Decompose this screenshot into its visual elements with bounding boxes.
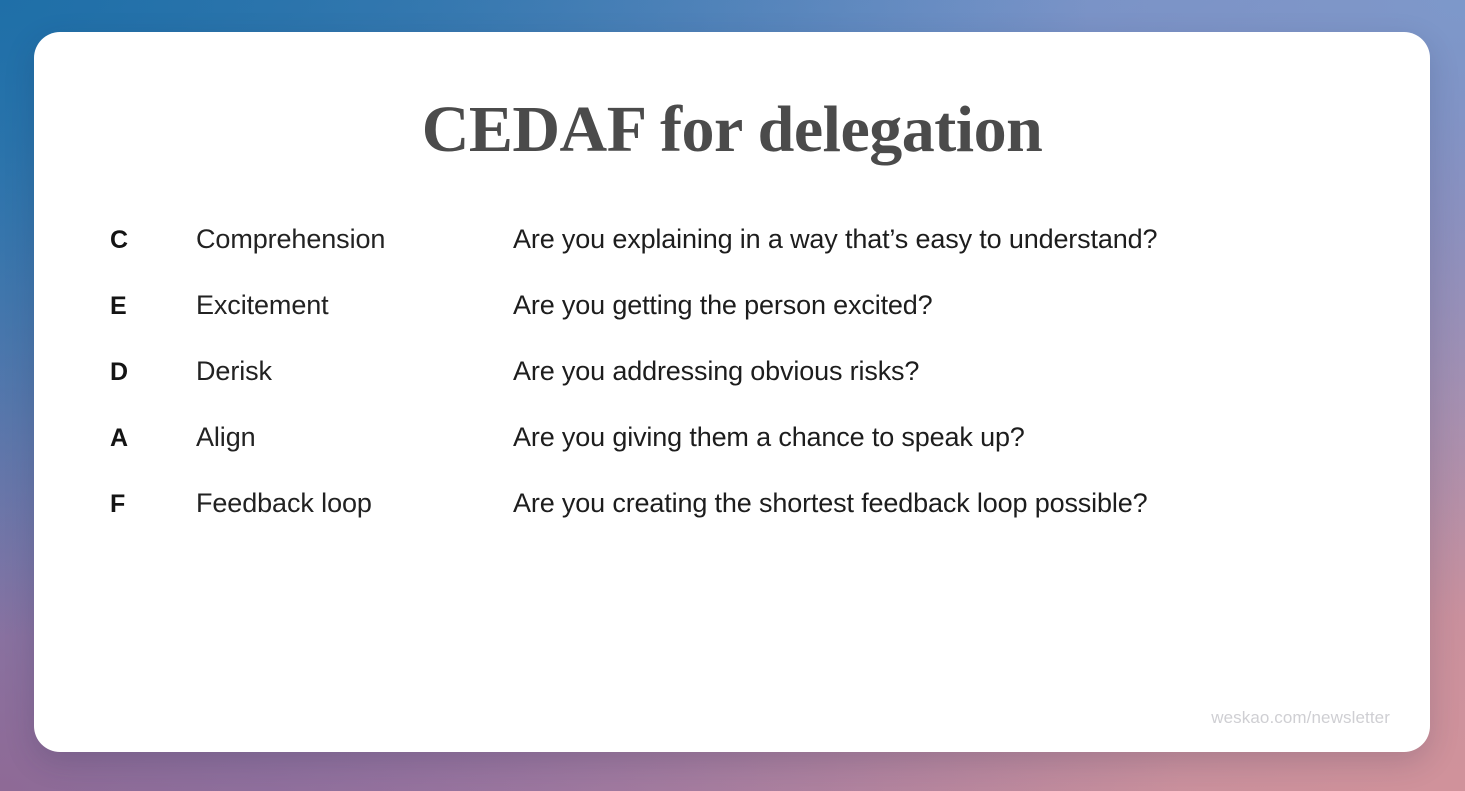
list-item: A Align Are you giving them a chance to … — [110, 422, 1410, 488]
list-item-description: Are you giving them a chance to speak up… — [513, 422, 1025, 452]
slide-backdrop: CEDAF for delegation C Comprehension Are… — [0, 0, 1465, 791]
list-item-description: Are you addressing obvious risks? — [513, 356, 920, 386]
source-attribution: weskao.com/newsletter — [1211, 708, 1390, 727]
list-item-label: Align — [196, 422, 256, 452]
list-item: E Excitement Are you getting the person … — [110, 290, 1410, 356]
list-item: C Comprehension Are you explaining in a … — [110, 224, 1410, 290]
page-title: CEDAF for delegation — [421, 93, 1043, 166]
slide-card: CEDAF for delegation C Comprehension Are… — [34, 32, 1430, 752]
list-item-label: Excitement — [196, 290, 329, 320]
cedaf-list: C Comprehension Are you explaining in a … — [110, 224, 1410, 554]
list-item-letter: D — [110, 358, 129, 386]
list-item-label: Feedback loop — [196, 488, 372, 518]
list-item: D Derisk Are you addressing obvious risk… — [110, 356, 1410, 422]
list-item-description: Are you getting the person excited? — [513, 290, 933, 320]
list-item-label: Derisk — [196, 356, 272, 386]
list-item-letter: E — [110, 292, 127, 320]
list-item-letter: A — [110, 424, 129, 452]
list-item: F Feedback loop Are you creating the sho… — [110, 488, 1410, 554]
list-item-letter: C — [110, 226, 129, 254]
list-item-label: Comprehension — [196, 224, 386, 254]
list-item-letter: F — [110, 490, 126, 518]
list-item-description: Are you creating the shortest feedback l… — [513, 488, 1148, 518]
list-item-description: Are you explaining in a way that’s easy … — [513, 224, 1158, 254]
